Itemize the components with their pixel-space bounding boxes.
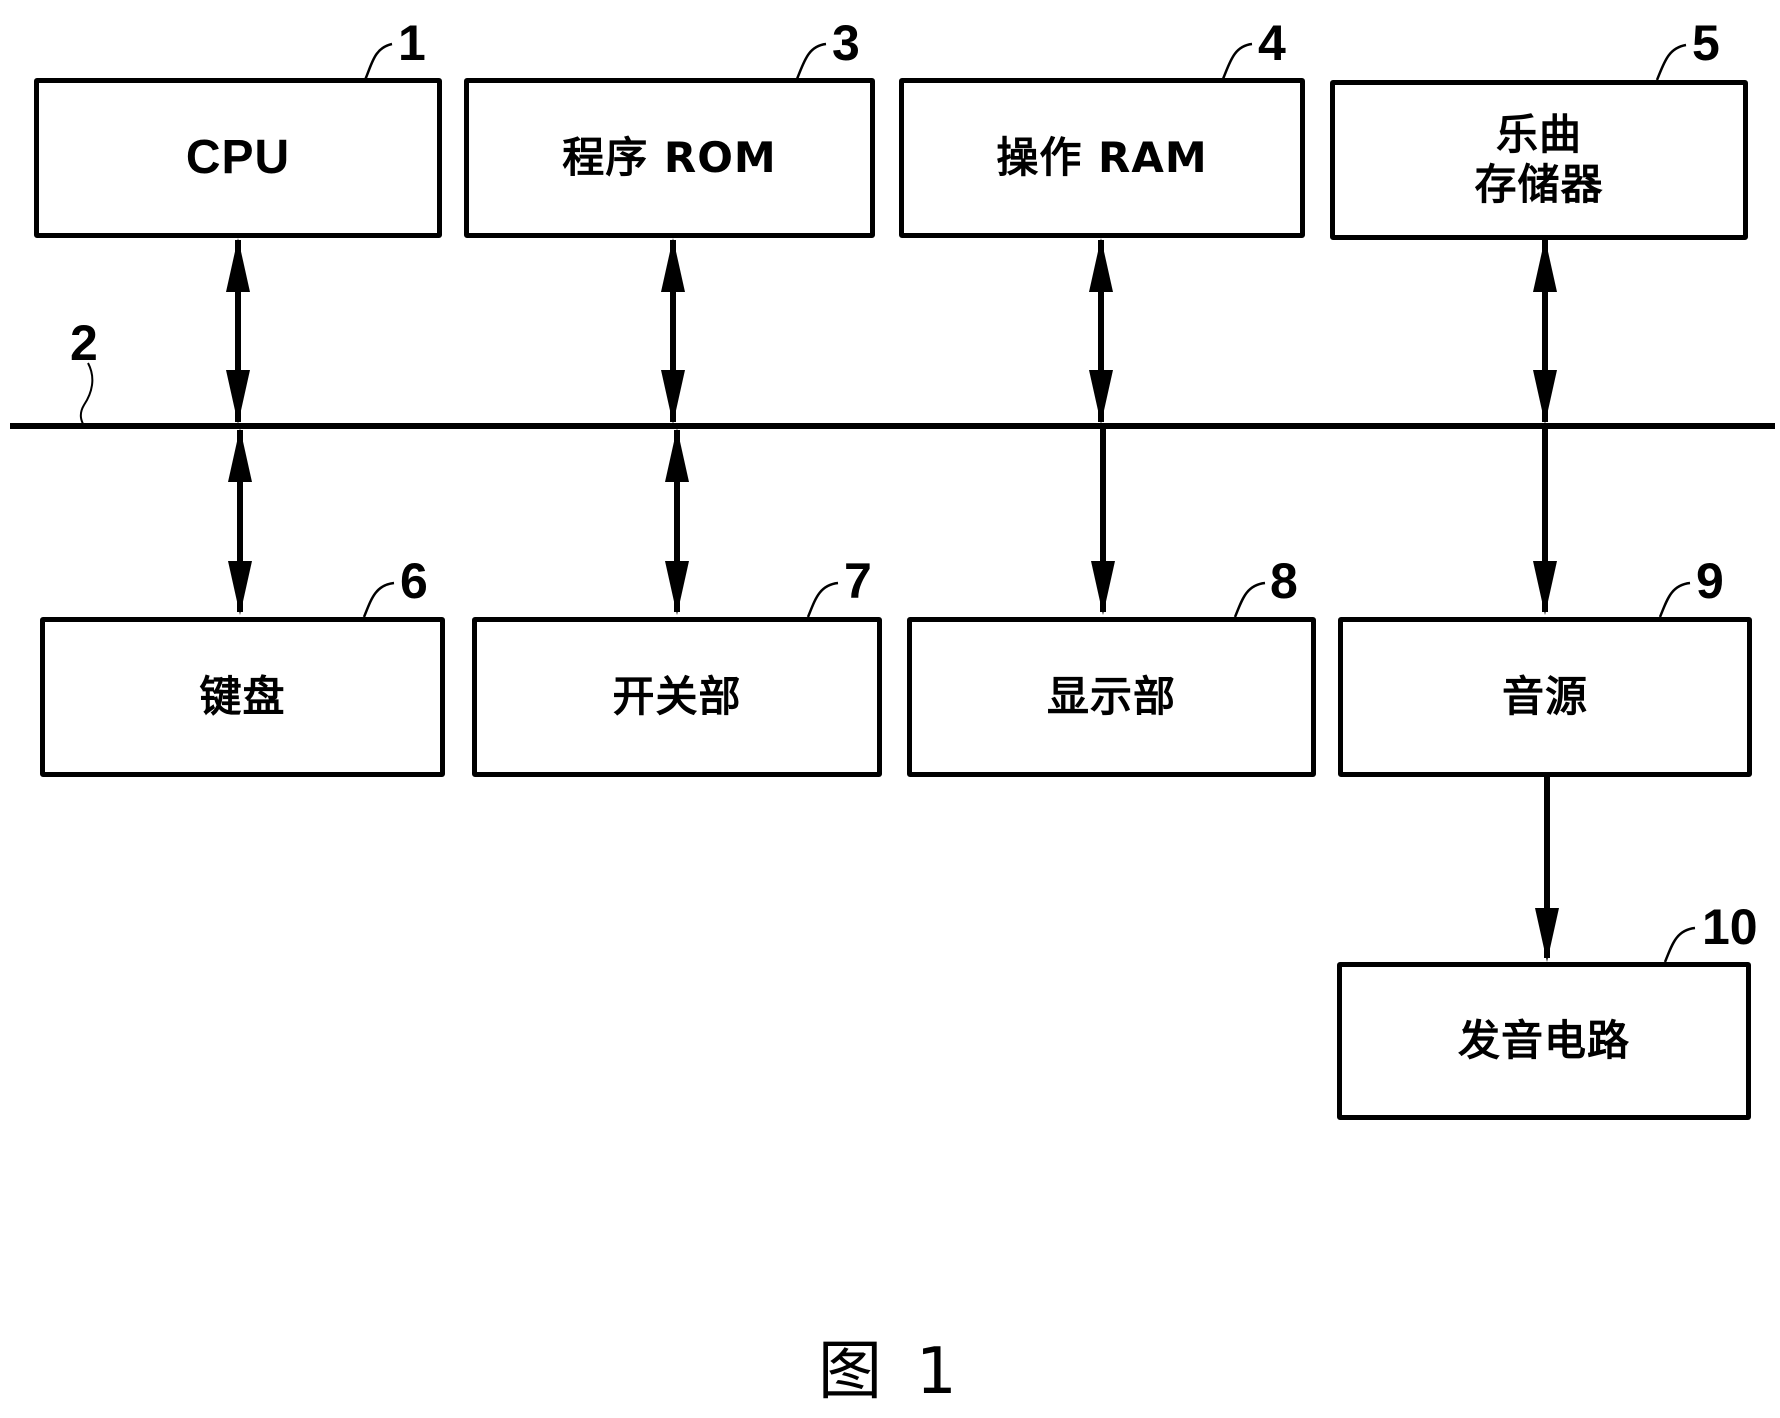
leader-3 bbox=[795, 42, 827, 80]
ref-number-music-memory: 5 bbox=[1692, 15, 1720, 71]
block-music-memory-line2: 存储器 bbox=[1474, 160, 1604, 209]
ref-number-keyboard: 6 bbox=[400, 553, 428, 609]
block-sound-circuit: 发音电路 bbox=[1337, 962, 1751, 1120]
ref-number-display-unit: 8 bbox=[1270, 553, 1298, 609]
block-display-unit-label: 显示部 bbox=[1046, 671, 1176, 721]
block-program-rom: 程序 ROM bbox=[464, 78, 875, 238]
block-music-memory-line1: 乐曲 bbox=[1495, 109, 1582, 159]
block-tone-generator-label: 音源 bbox=[1501, 671, 1588, 721]
ref-number-bus: 2 bbox=[70, 315, 98, 371]
block-work-ram-label: 操作 RAM bbox=[996, 132, 1208, 182]
figure-caption-prefix: 图 bbox=[818, 1335, 882, 1409]
arrow-bus-switch bbox=[665, 428, 689, 615]
arrow-bus-tone bbox=[1533, 426, 1557, 615]
figure-caption-number: 1 bbox=[916, 1335, 957, 1409]
block-program-rom-label: 程序 ROM bbox=[562, 132, 777, 182]
arrow-tone-sound bbox=[1535, 776, 1559, 962]
bus-ref-leader bbox=[79, 362, 94, 427]
block-switch-unit-label: 开关部 bbox=[612, 671, 742, 721]
arrow-music-bus bbox=[1533, 238, 1557, 424]
block-display-unit: 显示部 bbox=[907, 617, 1316, 777]
figure-caption: 图1 bbox=[818, 1340, 991, 1404]
leader-7 bbox=[806, 581, 839, 618]
block-keyboard-label: 键盘 bbox=[199, 671, 286, 721]
arrow-bus-display bbox=[1091, 426, 1115, 615]
arrow-ram-bus bbox=[1089, 238, 1113, 424]
ref-number-switch-unit: 7 bbox=[844, 553, 872, 609]
block-cpu: CPU bbox=[34, 78, 442, 238]
leader-5 bbox=[1655, 43, 1687, 81]
block-sound-circuit-label: 发音电路 bbox=[1457, 1015, 1630, 1065]
ref-number-program-rom: 3 bbox=[832, 15, 860, 71]
block-switch-unit: 开关部 bbox=[472, 617, 882, 777]
block-cpu-label: CPU bbox=[185, 131, 291, 185]
leader-6 bbox=[362, 581, 395, 618]
leader-4 bbox=[1221, 42, 1253, 80]
leader-1 bbox=[363, 42, 393, 81]
block-work-ram: 操作 RAM bbox=[899, 78, 1305, 238]
ref-number-sound-circuit: 10 bbox=[1702, 899, 1758, 955]
ref-number-work-ram: 4 bbox=[1258, 15, 1286, 71]
ref-number-cpu: 1 bbox=[398, 15, 426, 71]
leader-8 bbox=[1233, 581, 1266, 618]
arrow-bus-keyboard bbox=[228, 428, 252, 615]
leader-9 bbox=[1658, 581, 1691, 618]
arrow-rom-bus bbox=[661, 238, 685, 424]
block-tone-generator: 音源 bbox=[1338, 617, 1752, 777]
block-music-memory: 乐曲 存储器 bbox=[1330, 80, 1748, 240]
arrow-cpu-bus bbox=[226, 238, 250, 424]
ref-number-tone-generator: 9 bbox=[1696, 553, 1724, 609]
leader-10 bbox=[1663, 926, 1696, 963]
block-keyboard: 键盘 bbox=[40, 617, 445, 777]
